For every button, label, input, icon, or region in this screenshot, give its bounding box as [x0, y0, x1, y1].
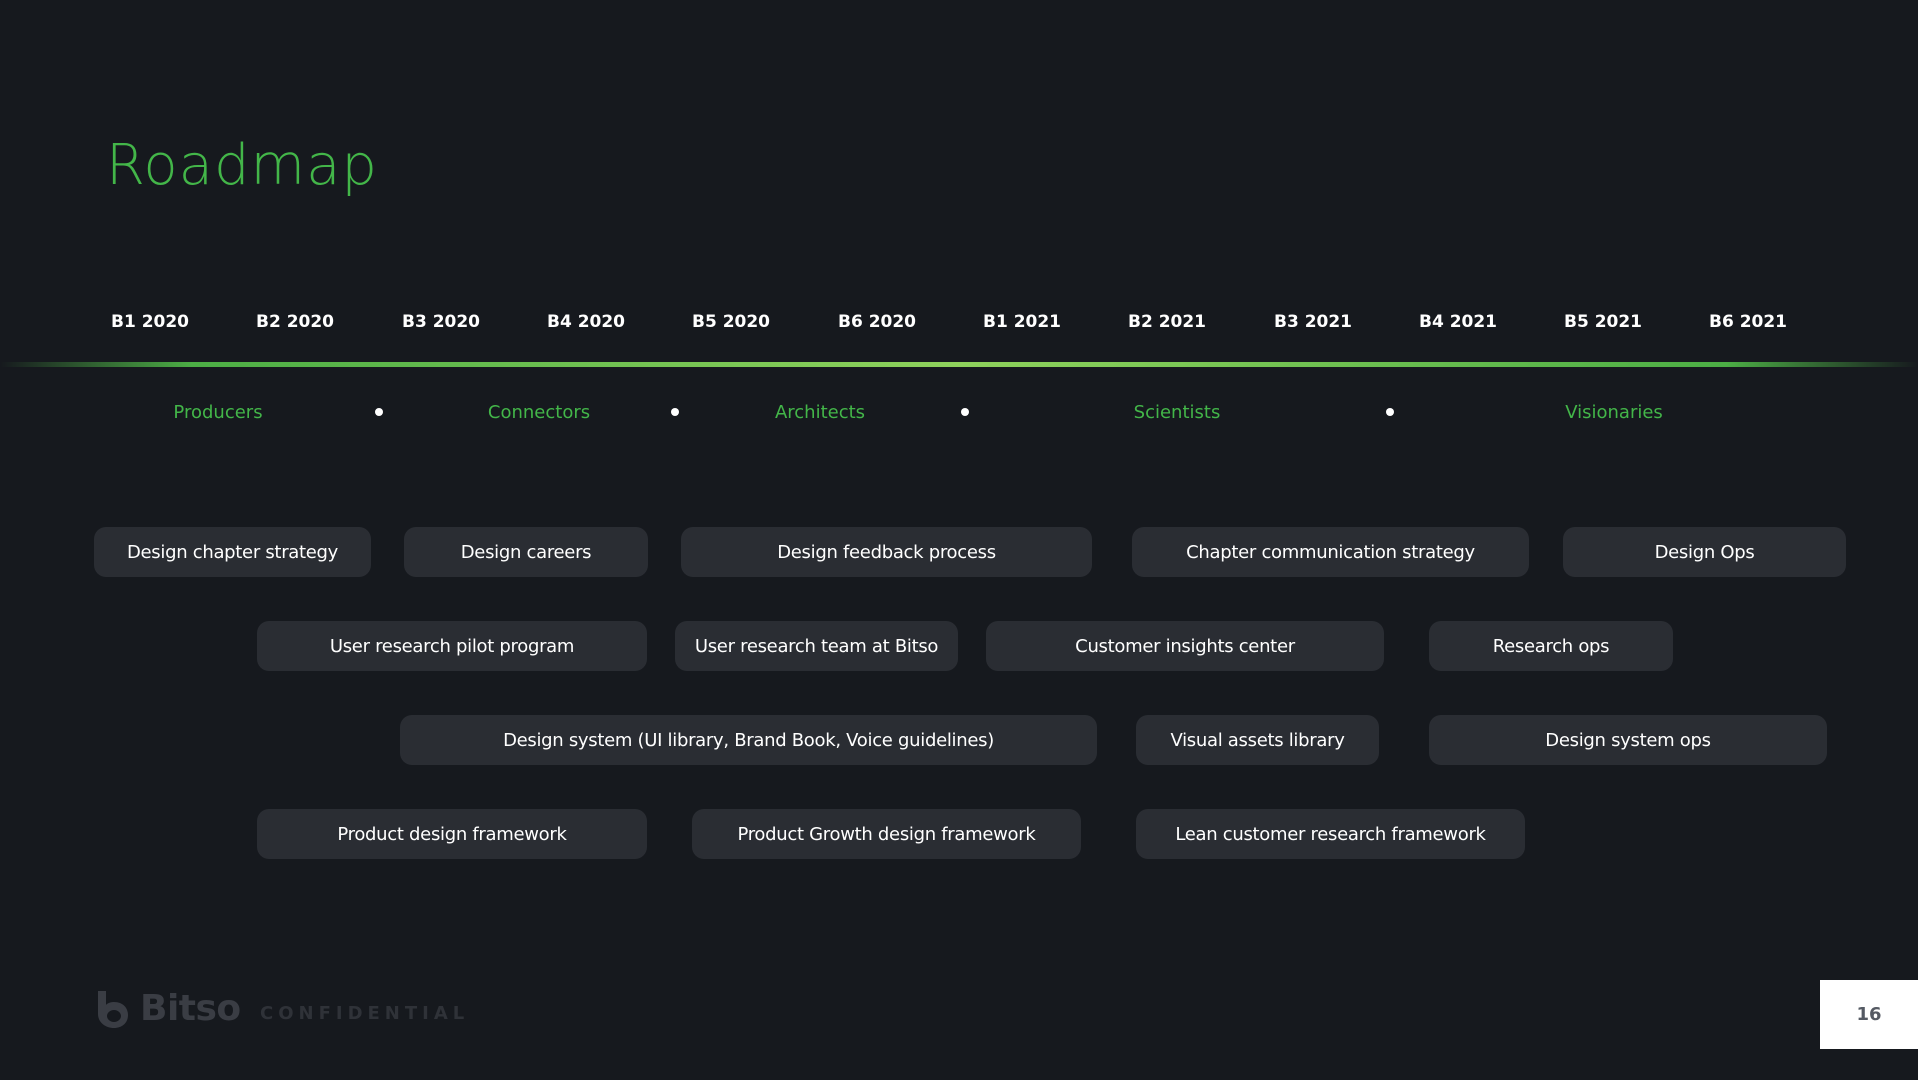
roadmap-item: Product design framework	[257, 809, 647, 859]
page-number: 16	[1856, 1004, 1882, 1025]
phase-label: Visionaries	[1565, 402, 1663, 423]
roadmap-item: Design careers	[404, 527, 648, 577]
roadmap-item: Design Ops	[1563, 527, 1846, 577]
phase-label: Producers	[173, 402, 263, 423]
phase-label: Architects	[774, 402, 866, 423]
roadmap-item: Visual assets library	[1136, 715, 1379, 765]
phase-label: Connectors	[487, 402, 591, 423]
phase-separator-dot	[375, 408, 383, 416]
period-label: B5 2020	[691, 312, 771, 332]
roadmap-item: Lean customer research framework	[1136, 809, 1525, 859]
roadmap-item: Product Growth design framework	[692, 809, 1081, 859]
period-label: B2 2020	[255, 312, 335, 332]
period-label: B6 2021	[1708, 312, 1788, 332]
bitso-logo-icon	[98, 990, 128, 1028]
bitso-logo: Bitso	[94, 988, 241, 1029]
phase-separator-dot	[961, 408, 969, 416]
period-label: B6 2020	[837, 312, 917, 332]
roadmap-item: User research pilot program	[257, 621, 647, 671]
period-label: B4 2020	[546, 312, 626, 332]
roadmap-item: Design system (UI library, Brand Book, V…	[400, 715, 1097, 765]
slide: Roadmap B1 2020 B2 2020 B3 2020 B4 2020 …	[0, 0, 1918, 1080]
phase-separator-dot	[671, 408, 679, 416]
period-label: B5 2021	[1563, 312, 1643, 332]
roadmap-item: Chapter communication strategy	[1132, 527, 1529, 577]
roadmap-item: Design chapter strategy	[94, 527, 371, 577]
roadmap-item: Design feedback process	[681, 527, 1092, 577]
roadmap-item: Design system ops	[1429, 715, 1827, 765]
period-label: B1 2020	[110, 312, 190, 332]
timeline-line	[0, 362, 1918, 367]
period-label: B4 2021	[1418, 312, 1498, 332]
roadmap-item: User research team at Bitso	[675, 621, 958, 671]
roadmap-item: Customer insights center	[986, 621, 1384, 671]
page-title: Roadmap	[106, 133, 378, 198]
phase-label: Scientists	[1133, 402, 1221, 423]
period-label: B1 2021	[982, 312, 1062, 332]
period-label: B3 2020	[401, 312, 481, 332]
period-label: B3 2021	[1273, 312, 1353, 332]
roadmap-item: Research ops	[1429, 621, 1673, 671]
confidential-label: CONFIDENTIAL	[260, 1003, 470, 1024]
period-label: B2 2021	[1127, 312, 1207, 332]
brand-name: Bitso	[140, 988, 241, 1029]
phase-separator-dot	[1386, 408, 1394, 416]
page-number-box: 16	[1820, 980, 1918, 1049]
